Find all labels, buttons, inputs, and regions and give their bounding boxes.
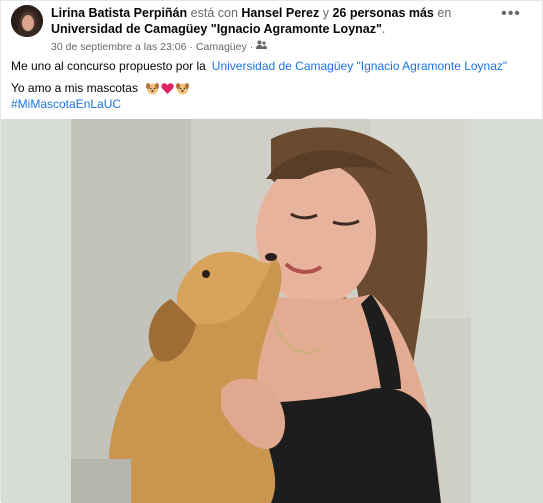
post-card: Lirina Batista Perpiñán está con Hansel …	[0, 0, 543, 503]
author-name[interactable]: Lirina Batista Perpiñán	[51, 6, 187, 20]
photo-container[interactable]	[1, 119, 543, 503]
meta-separator-2: ·	[249, 40, 254, 53]
and-text: y	[322, 6, 329, 20]
post-text-love: Yo amo a mis mascotas	[11, 81, 138, 95]
post-date[interactable]: 30 de septiembre a las 23:06	[51, 41, 186, 53]
avatar[interactable]	[11, 5, 43, 37]
meta-separator: ·	[189, 40, 193, 53]
post-header: Lirina Batista Perpiñán está con Hansel …	[11, 3, 531, 55]
tagged-person[interactable]: Hansel Perez	[241, 6, 319, 20]
hashtag-link[interactable]: #MiMascotaEnLaUC	[11, 97, 121, 111]
more-options-icon[interactable]: •••	[501, 6, 521, 23]
period: .	[381, 22, 386, 36]
post-location[interactable]: Camagüey	[196, 41, 247, 53]
tagged-others[interactable]: 26 personas más	[332, 6, 433, 20]
post-author-line: Lirina Batista Perpiñán está con Hansel …	[51, 5, 501, 37]
dog-face-emoji	[175, 82, 189, 94]
post-text-line1: Me uno al concurso propuesto por la Unive…	[11, 59, 507, 73]
friends-icon[interactable]	[256, 40, 268, 53]
dog-face-emoji	[145, 82, 159, 94]
at-text: en	[437, 6, 452, 20]
university-link[interactable]: Universidad de Camagüey "Ignacio Agramon…	[212, 59, 507, 73]
post-text-line2: Yo amo a mis mascotas	[11, 81, 189, 95]
with-text: está con	[190, 6, 238, 20]
red-heart-emoji	[161, 82, 174, 94]
post-meta: 30 de septiembre a las 23:06 · Camagüey …	[51, 40, 268, 53]
post-text-intro: Me uno al concurso propuesto por la	[11, 59, 206, 73]
photo-woman-kissing-dog[interactable]	[71, 119, 471, 503]
place-link[interactable]: Universidad de Camagüey "Ignacio Agramon…	[51, 22, 382, 36]
